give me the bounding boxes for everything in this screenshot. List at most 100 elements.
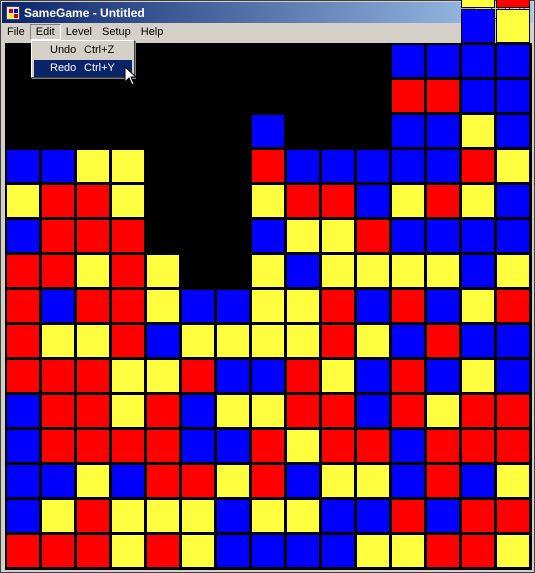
block[interactable] — [426, 219, 460, 253]
block[interactable] — [111, 184, 145, 218]
block[interactable] — [391, 254, 425, 288]
block[interactable] — [6, 429, 40, 463]
block[interactable] — [426, 254, 460, 288]
block[interactable] — [76, 499, 110, 533]
block[interactable] — [321, 254, 355, 288]
menu-help[interactable]: Help — [136, 24, 169, 40]
block[interactable] — [426, 44, 460, 78]
block[interactable] — [216, 464, 250, 498]
block[interactable] — [391, 44, 425, 78]
block[interactable] — [391, 429, 425, 463]
block[interactable] — [461, 324, 495, 358]
block[interactable] — [321, 359, 355, 393]
block[interactable] — [496, 429, 530, 463]
block[interactable] — [181, 359, 215, 393]
block[interactable] — [286, 359, 320, 393]
block[interactable] — [356, 359, 390, 393]
block[interactable] — [41, 534, 75, 568]
block[interactable] — [76, 289, 110, 323]
block[interactable] — [6, 464, 40, 498]
block[interactable] — [6, 219, 40, 253]
block[interactable] — [391, 394, 425, 428]
block[interactable] — [111, 254, 145, 288]
block[interactable] — [496, 394, 530, 428]
block[interactable] — [111, 394, 145, 428]
block[interactable] — [111, 149, 145, 183]
block[interactable] — [461, 464, 495, 498]
block[interactable] — [251, 499, 285, 533]
game-board[interactable] — [5, 0, 532, 570]
block[interactable] — [426, 184, 460, 218]
block[interactable] — [251, 254, 285, 288]
block[interactable] — [76, 429, 110, 463]
block[interactable] — [496, 359, 530, 393]
block[interactable] — [146, 534, 180, 568]
block[interactable] — [41, 184, 75, 218]
block[interactable] — [286, 254, 320, 288]
block[interactable] — [496, 149, 530, 183]
block[interactable] — [426, 429, 460, 463]
block[interactable] — [111, 534, 145, 568]
block[interactable] — [111, 324, 145, 358]
block[interactable] — [41, 464, 75, 498]
block[interactable] — [6, 149, 40, 183]
block[interactable] — [251, 359, 285, 393]
block[interactable] — [496, 254, 530, 288]
block[interactable] — [251, 114, 285, 148]
block[interactable] — [216, 324, 250, 358]
block[interactable] — [216, 394, 250, 428]
block[interactable] — [461, 9, 495, 43]
block[interactable] — [321, 149, 355, 183]
block[interactable] — [6, 184, 40, 218]
block[interactable] — [461, 219, 495, 253]
block[interactable] — [356, 219, 390, 253]
block[interactable] — [76, 464, 110, 498]
block[interactable] — [496, 324, 530, 358]
block[interactable] — [286, 219, 320, 253]
block[interactable] — [391, 219, 425, 253]
block[interactable] — [286, 324, 320, 358]
menu-setup[interactable]: Setup — [97, 24, 136, 40]
block[interactable] — [251, 219, 285, 253]
block[interactable] — [6, 534, 40, 568]
block[interactable] — [321, 429, 355, 463]
block[interactable] — [321, 499, 355, 533]
block[interactable] — [251, 289, 285, 323]
block[interactable] — [111, 464, 145, 498]
block[interactable] — [76, 359, 110, 393]
block[interactable] — [496, 499, 530, 533]
block[interactable] — [356, 149, 390, 183]
block[interactable] — [461, 289, 495, 323]
block[interactable] — [321, 184, 355, 218]
block[interactable] — [391, 114, 425, 148]
menu-file[interactable]: File — [2, 24, 30, 40]
block[interactable] — [426, 534, 460, 568]
block[interactable] — [356, 464, 390, 498]
block[interactable] — [146, 394, 180, 428]
block[interactable] — [461, 429, 495, 463]
block[interactable] — [461, 79, 495, 113]
block[interactable] — [76, 324, 110, 358]
block[interactable] — [426, 289, 460, 323]
menu-item-redo[interactable]: Redo Ctrl+Y — [34, 60, 132, 77]
block[interactable] — [426, 114, 460, 148]
block[interactable] — [146, 324, 180, 358]
block[interactable] — [391, 464, 425, 498]
block[interactable] — [216, 359, 250, 393]
block[interactable] — [391, 184, 425, 218]
block[interactable] — [41, 324, 75, 358]
block[interactable] — [76, 534, 110, 568]
block[interactable] — [461, 534, 495, 568]
block[interactable] — [391, 79, 425, 113]
block[interactable] — [251, 394, 285, 428]
block[interactable] — [181, 464, 215, 498]
block[interactable] — [391, 534, 425, 568]
block[interactable] — [111, 359, 145, 393]
block[interactable] — [41, 394, 75, 428]
block[interactable] — [146, 499, 180, 533]
block[interactable] — [251, 324, 285, 358]
block[interactable] — [76, 149, 110, 183]
block[interactable] — [496, 114, 530, 148]
block[interactable] — [76, 254, 110, 288]
block[interactable] — [111, 219, 145, 253]
